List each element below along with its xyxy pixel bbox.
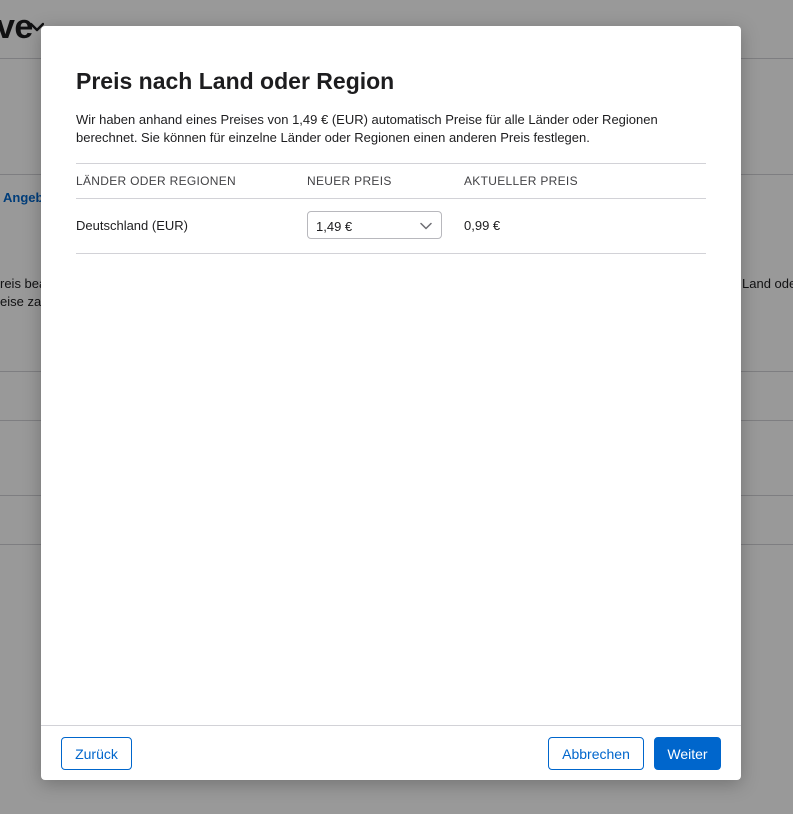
chevron-down-icon xyxy=(420,222,432,230)
table-divider xyxy=(76,198,706,199)
column-header-countries: LÄNDER ODER REGIONEN xyxy=(76,174,237,188)
current-price: 0,99 € xyxy=(464,218,501,233)
new-price-value: 1,49 € xyxy=(316,219,353,234)
price-by-region-dialog: Preis nach Land oder Region Wir haben an… xyxy=(41,26,741,780)
column-header-new-price: NEUER PREIS xyxy=(307,174,392,188)
new-price-select[interactable]: 1,49 € xyxy=(307,211,442,239)
dialog-title: Preis nach Land oder Region xyxy=(76,68,395,94)
table-divider xyxy=(76,253,706,254)
country-name: Deutschland (EUR) xyxy=(76,218,188,233)
back-button[interactable]: Zurück xyxy=(61,737,132,770)
dialog-description: Wir haben anhand eines Preises von 1,49 … xyxy=(76,112,658,145)
column-header-current-price: AKTUELLER PREIS xyxy=(464,174,578,188)
table-divider xyxy=(76,163,706,164)
next-button[interactable]: Weiter xyxy=(654,737,721,770)
footer-divider xyxy=(41,725,741,726)
cancel-button[interactable]: Abbrechen xyxy=(548,737,644,770)
